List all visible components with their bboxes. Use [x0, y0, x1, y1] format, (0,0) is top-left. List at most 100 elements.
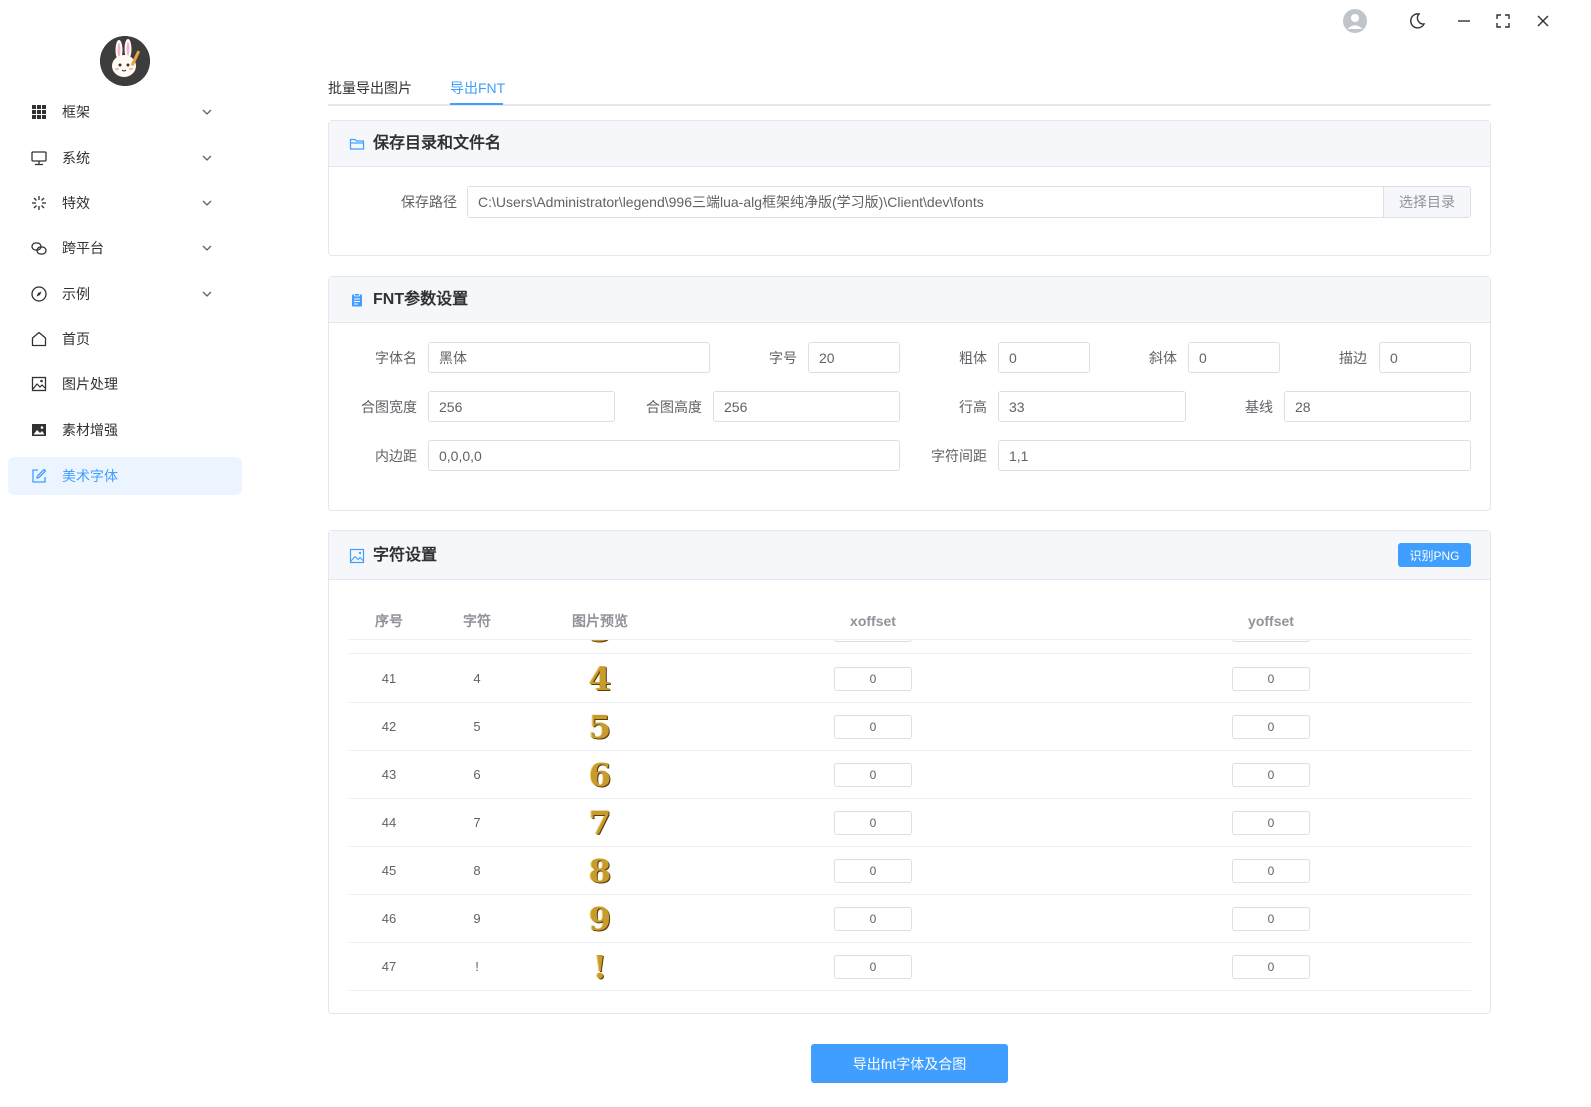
- chevron-down-icon: [200, 287, 214, 301]
- glyph-preview-partial: 3: [570, 640, 630, 654]
- font-size-label: 字号: [769, 350, 797, 366]
- padding-input[interactable]: [428, 440, 900, 471]
- grid-icon: [30, 103, 48, 121]
- row-char: 4: [473, 671, 481, 686]
- bold-input[interactable]: [998, 342, 1090, 373]
- sparkle-icon: [30, 194, 48, 212]
- yoffset-input[interactable]: [1232, 667, 1310, 691]
- italic-label: 斜体: [1149, 350, 1177, 366]
- row-index: 41: [381, 671, 397, 686]
- yoffset-input[interactable]: [1232, 907, 1310, 931]
- sidebar-item-label: 特效: [62, 195, 90, 211]
- app-logo-avatar: [100, 36, 150, 86]
- xoffset-input[interactable]: [834, 763, 912, 787]
- glyph-preview: 7: [588, 804, 612, 842]
- card-header: FNT参数设置: [329, 277, 1490, 323]
- sidebar-item-framework[interactable]: 框架: [8, 93, 242, 131]
- glyph-preview: 5: [588, 708, 612, 746]
- table-row: 41 4 4: [349, 655, 1471, 703]
- compass-icon: [30, 285, 48, 303]
- sidebar-item-system[interactable]: 系统: [8, 139, 242, 177]
- sidebar-item-cross-platform[interactable]: 跨平台: [8, 229, 242, 267]
- yoffset-input-partial[interactable]: [1232, 640, 1310, 642]
- sidebar-item-label: 图片处理: [62, 376, 118, 392]
- baseline-input[interactable]: [1284, 391, 1471, 422]
- font-name-input[interactable]: [428, 342, 710, 373]
- column-header-index: 序号: [375, 613, 403, 629]
- table-row: 43 6 6: [349, 751, 1471, 799]
- xoffset-input[interactable]: [834, 811, 912, 835]
- line-height-label: 行高: [959, 399, 987, 415]
- row-index: 44: [381, 815, 397, 830]
- atlas-width-input[interactable]: [428, 391, 615, 422]
- user-avatar-icon[interactable]: [1342, 8, 1368, 34]
- picture-icon: [349, 548, 365, 564]
- image-filled-icon: [30, 421, 48, 439]
- picture-icon: [30, 375, 48, 393]
- atlas-height-input[interactable]: [713, 391, 900, 422]
- glyph-preview: 8: [588, 852, 612, 890]
- column-header-xoffset: xoffset: [850, 613, 896, 629]
- moon-icon[interactable]: [1404, 8, 1430, 34]
- recognize-png-button[interactable]: 识别PNG: [1398, 543, 1471, 567]
- yoffset-input[interactable]: [1232, 859, 1310, 883]
- export-fnt-button[interactable]: 导出fnt字体及合图: [811, 1044, 1008, 1083]
- sidebar-item-examples[interactable]: 示例: [8, 275, 242, 313]
- save-path-field: 选择目录: [467, 186, 1471, 218]
- sidebar-item-art-font[interactable]: 美术字体: [8, 457, 242, 495]
- baseline-label: 基线: [1245, 399, 1273, 415]
- row-index: 42: [381, 719, 397, 734]
- tab-active-indicator: [450, 103, 503, 105]
- sidebar-item-label: 示例: [62, 286, 90, 302]
- row-char: 5: [473, 719, 481, 734]
- xoffset-input[interactable]: [834, 715, 912, 739]
- card-title: 保存目录和文件名: [373, 135, 502, 152]
- xoffset-input-partial[interactable]: [834, 640, 912, 642]
- card-title: FNT参数设置: [373, 291, 469, 308]
- font-name-label: 字体名: [375, 350, 417, 366]
- xoffset-input[interactable]: [834, 859, 912, 883]
- close-icon[interactable]: [1530, 8, 1556, 34]
- xoffset-input[interactable]: [834, 955, 912, 979]
- xoffset-input[interactable]: [834, 907, 912, 931]
- row-index: 43: [381, 767, 397, 782]
- outline-input[interactable]: [1379, 342, 1471, 373]
- table-row: 47 ! !: [349, 943, 1471, 991]
- table-row: 42 5 5: [349, 703, 1471, 751]
- fullscreen-icon[interactable]: [1490, 8, 1516, 34]
- sidebar-item-image-processing[interactable]: 图片处理: [8, 365, 242, 403]
- sidebar-item-asset-enhance[interactable]: 素材增强: [8, 411, 242, 449]
- sidebar-item-label: 素材增强: [62, 422, 118, 438]
- save-settings-card: 保存目录和文件名 保存路径 选择目录: [328, 120, 1491, 256]
- font-size-input[interactable]: [808, 342, 900, 373]
- bold-label: 粗体: [959, 350, 987, 366]
- yoffset-input[interactable]: [1232, 955, 1310, 979]
- sidebar-item-effects[interactable]: 特效: [8, 184, 242, 222]
- minimize-icon[interactable]: [1451, 8, 1477, 34]
- choose-directory-button[interactable]: 选择目录: [1383, 187, 1470, 217]
- row-char: !: [475, 959, 479, 974]
- padding-label: 内边距: [375, 448, 417, 464]
- tab-batch-export-images[interactable]: 批量导出图片: [328, 78, 412, 98]
- table-row: 46 9 9: [349, 895, 1471, 943]
- tab-export-fnt[interactable]: 导出FNT: [450, 78, 505, 98]
- chevron-down-icon: [200, 105, 214, 119]
- yoffset-input[interactable]: [1232, 715, 1310, 739]
- save-path-label: 保存路径: [401, 194, 457, 210]
- save-path-input[interactable]: [468, 187, 1383, 217]
- char-spacing-input[interactable]: [998, 440, 1471, 471]
- yoffset-input[interactable]: [1232, 763, 1310, 787]
- char-settings-card: 字符设置 识别PNG 序号 字符 图片预览 xoffset yoffset 3 …: [328, 530, 1491, 1014]
- edit-icon: [30, 467, 48, 485]
- yoffset-input[interactable]: [1232, 811, 1310, 835]
- sidebar-item-home[interactable]: 首页: [8, 320, 242, 358]
- italic-input[interactable]: [1188, 342, 1280, 373]
- xoffset-input[interactable]: [834, 667, 912, 691]
- outline-label: 描边: [1339, 350, 1367, 366]
- row-index: 45: [381, 863, 397, 878]
- column-header-char: 字符: [463, 613, 491, 629]
- monitor-icon: [30, 149, 48, 167]
- column-header-preview: 图片预览: [572, 613, 628, 629]
- line-height-input[interactable]: [998, 391, 1186, 422]
- atlas-width-label: 合图宽度: [361, 399, 417, 415]
